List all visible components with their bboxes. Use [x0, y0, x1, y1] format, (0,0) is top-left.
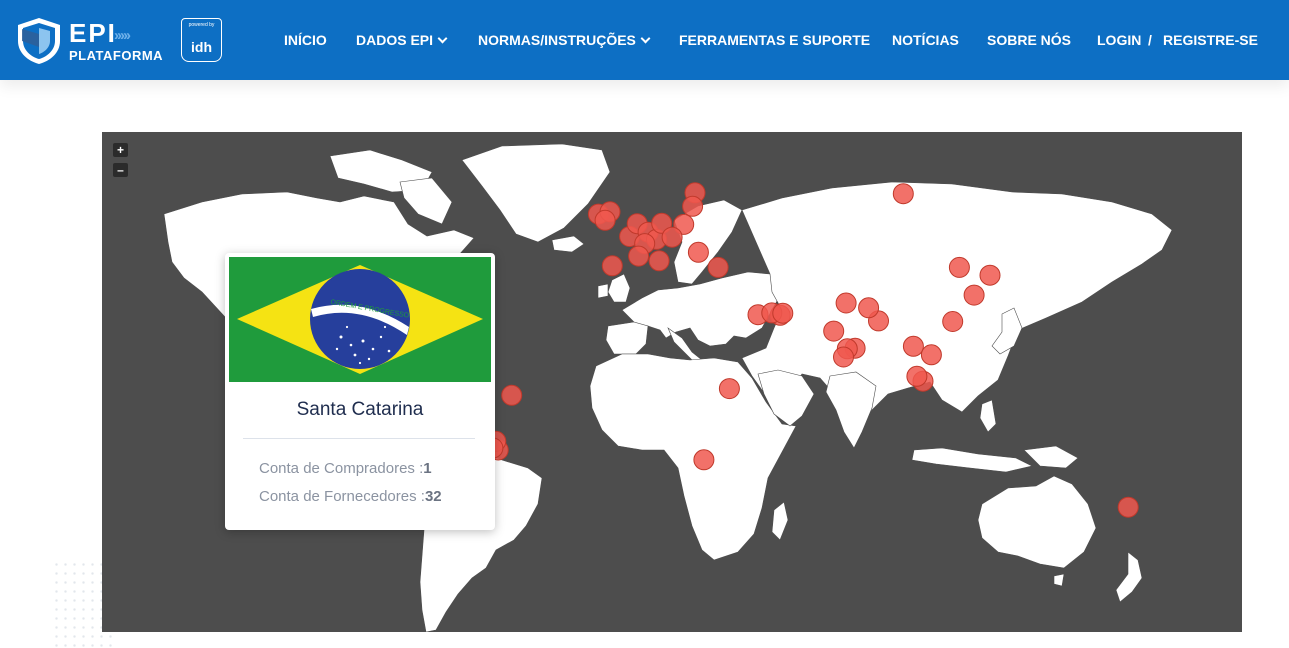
buyers-stat: Conta de Compradores :1 [259, 460, 432, 477]
brand-name-bottom[interactable]: PLATAFORMA [69, 49, 163, 62]
suppliers-label: Conta de Fornecedores : [259, 488, 425, 505]
map-marker[interactable] [772, 302, 794, 324]
brand-name-top[interactable]: EPI [69, 20, 117, 46]
land-iceland [551, 235, 585, 253]
idh-badge: powered by idh [181, 18, 222, 62]
land-tasmania [1053, 573, 1065, 587]
nav-inicio[interactable]: INÍCIO [284, 32, 327, 48]
land-indonesia [911, 447, 1033, 473]
popup-region-name: Santa Catarina [296, 399, 424, 420]
nav-normas[interactable]: NORMAS/INSTRUÇÕES [478, 32, 651, 48]
chevron-down-icon [640, 33, 651, 44]
land-madagascar [771, 501, 789, 541]
map-marker[interactable] [979, 264, 1001, 286]
map-marker[interactable] [682, 195, 704, 217]
map-marker[interactable] [833, 346, 854, 368]
map-marker[interactable] [628, 245, 650, 267]
suppliers-stat: Conta de Fornecedores :32 [259, 488, 442, 505]
land-greenland [461, 143, 611, 243]
land-uk [607, 273, 631, 303]
land-philippines [979, 399, 997, 433]
map-marker[interactable] [707, 256, 729, 278]
nav-separator: / [1148, 32, 1152, 48]
map-marker[interactable] [648, 250, 670, 272]
popup-divider [243, 438, 475, 439]
nav-sobre[interactable]: SOBRE NÓS [987, 32, 1071, 48]
buyers-label: Conta de Compradores : [259, 460, 424, 477]
map-marker[interactable] [835, 292, 857, 314]
map-marker[interactable] [687, 241, 709, 263]
suppliers-count: 32 [424, 488, 442, 505]
nav-noticias[interactable]: NOTÍCIAS [892, 32, 959, 48]
brand-chevrons-icon: ››››› [114, 27, 131, 44]
map-marker[interactable] [906, 365, 928, 387]
land-iberia [605, 321, 649, 355]
map-marker[interactable] [718, 378, 740, 400]
nav-registre[interactable]: REGISTRE-SE [1163, 32, 1258, 48]
shield-logo-icon [18, 18, 60, 64]
nav-normas-label: NORMAS/INSTRUÇÕES [478, 32, 636, 48]
land-india [825, 371, 877, 449]
land-ireland [597, 283, 609, 299]
buyers-count: 1 [423, 460, 432, 477]
land-new-guinea [1023, 445, 1079, 469]
land-baffin [399, 177, 453, 225]
nav-dados-epi-label: DADOS EPI [356, 32, 434, 48]
idh-logo: idh [191, 39, 212, 55]
top-navbar: EPI ››››› PLATAFORMA powered by idh INÍC… [0, 0, 1289, 80]
map-marker[interactable] [501, 384, 523, 406]
nav-dados-epi[interactable]: DADOS EPI [356, 32, 448, 48]
map-marker[interactable] [661, 226, 683, 248]
region-popup: ORDEM E PROGRESSO Santa Catarina Conta d… [225, 253, 495, 530]
map-marker[interactable] [858, 297, 880, 319]
map-marker[interactable] [948, 256, 970, 278]
nav-login[interactable]: LOGIN [1097, 32, 1141, 48]
brazil-flag-icon: ORDEM E PROGRESSO [229, 257, 491, 382]
map-marker[interactable] [594, 209, 616, 231]
powered-by-text: powered by [188, 22, 215, 28]
map-marker[interactable] [892, 183, 914, 205]
map-marker[interactable] [942, 311, 964, 332]
map-marker[interactable] [693, 449, 715, 471]
map-marker[interactable] [902, 335, 924, 357]
zoom-in-button[interactable]: + [113, 143, 128, 157]
map-marker[interactable] [601, 255, 623, 277]
land-australia [977, 475, 1097, 569]
land-new-zealand [1115, 551, 1143, 603]
zoom-out-button[interactable]: – [113, 163, 128, 177]
nav-ferramentas[interactable]: FERRAMENTAS E SUPORTE [679, 32, 870, 48]
map-marker[interactable] [920, 344, 942, 366]
chevron-down-icon [437, 33, 448, 44]
map-marker[interactable] [963, 284, 985, 306]
map-marker[interactable] [823, 320, 845, 342]
map-marker[interactable] [1117, 496, 1139, 518]
